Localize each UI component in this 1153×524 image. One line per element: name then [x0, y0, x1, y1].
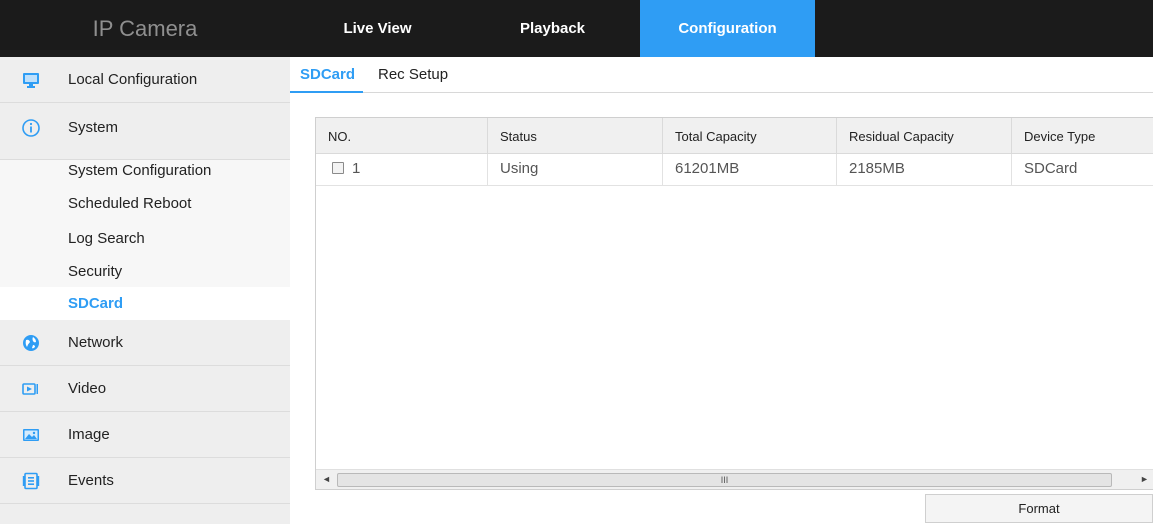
image-icon: [22, 426, 40, 444]
cell-status: Using: [488, 154, 663, 186]
sidebar-subitem-scheduled-reboot[interactable]: Scheduled Reboot: [68, 187, 191, 221]
cell-total-capacity: 61201MB: [663, 154, 837, 186]
sidebar-subitem-sdcard[interactable]: SDCard: [68, 287, 123, 321]
cell-device-type: SDCard: [1024, 160, 1078, 177]
nav-configuration[interactable]: Configuration: [640, 0, 815, 57]
info-icon: [22, 119, 40, 137]
sidebar-subitem-security[interactable]: Security: [68, 255, 122, 289]
sidebar-subitem-log-search[interactable]: Log Search: [68, 222, 145, 256]
video-icon: [22, 380, 40, 398]
brand-title: IP Camera: [92, 16, 198, 41]
sidebar-item-video[interactable]: Video: [0, 366, 290, 412]
scroll-right-arrow-icon[interactable]: ►: [1136, 470, 1153, 490]
sidebar: Local Configuration System System Config…: [0, 57, 290, 524]
monitor-icon: [22, 71, 40, 89]
row-checkbox[interactable]: [332, 162, 344, 174]
sidebar-item-events[interactable]: Events: [0, 458, 290, 504]
globe-icon: [22, 334, 40, 352]
content-tabs: SDCard Rec Setup: [290, 57, 1153, 93]
column-header-device-type: Device Type: [1024, 129, 1096, 144]
nav-live-view[interactable]: Live View: [290, 0, 465, 57]
cell-residual-capacity: 2185MB: [837, 154, 1012, 186]
sidebar-item-local-configuration[interactable]: Local Configuration: [0, 57, 290, 103]
sidebar-item-image[interactable]: Image: [0, 412, 290, 458]
row-number: 1: [352, 160, 361, 177]
scrollbar-thumb[interactable]: III: [337, 473, 1112, 487]
format-button[interactable]: Format: [925, 494, 1153, 523]
scroll-left-arrow-icon[interactable]: ◄: [318, 470, 335, 490]
sdcard-table: NO. Status Total Capacity Residual Capac…: [315, 117, 1153, 490]
column-header-total-capacity: Total Capacity: [663, 118, 837, 154]
column-header-status: Status: [488, 118, 663, 154]
table-row[interactable]: 1 Using 61201MB 2185MB SDCard: [316, 154, 1153, 186]
sidebar-item-label: Network: [68, 334, 124, 351]
tab-rec-setup[interactable]: Rec Setup: [378, 57, 448, 93]
top-bar: IP Camera Live View Playback Configurati…: [0, 0, 1153, 57]
sidebar-item-label: System: [68, 119, 119, 136]
events-icon: [22, 472, 40, 490]
column-header-residual-capacity: Residual Capacity: [837, 118, 1012, 154]
scrollbar-grip-icon: III: [720, 475, 729, 485]
sidebar-item-label: Local Configuration: [68, 71, 198, 88]
sidebar-item-label: Image: [68, 426, 110, 443]
nav-playback[interactable]: Playback: [465, 0, 640, 57]
sidebar-item-system[interactable]: System: [0, 103, 290, 160]
table-header: NO. Status Total Capacity Residual Capac…: [316, 118, 1153, 154]
column-header-no: NO.: [316, 118, 488, 154]
sidebar-item-network[interactable]: Network: [0, 320, 290, 366]
sidebar-item-label: Events: [68, 472, 114, 489]
sidebar-subitem-system-configuration[interactable]: System Configuration: [68, 154, 211, 188]
tab-sdcard[interactable]: SDCard: [290, 57, 364, 93]
sidebar-item-label: Video: [68, 380, 107, 397]
sidebar-subitem-sdcard-row[interactable]: SDCard: [0, 287, 290, 320]
cell-no: 1: [316, 154, 488, 186]
horizontal-scrollbar[interactable]: ◄ III ►: [316, 469, 1153, 489]
